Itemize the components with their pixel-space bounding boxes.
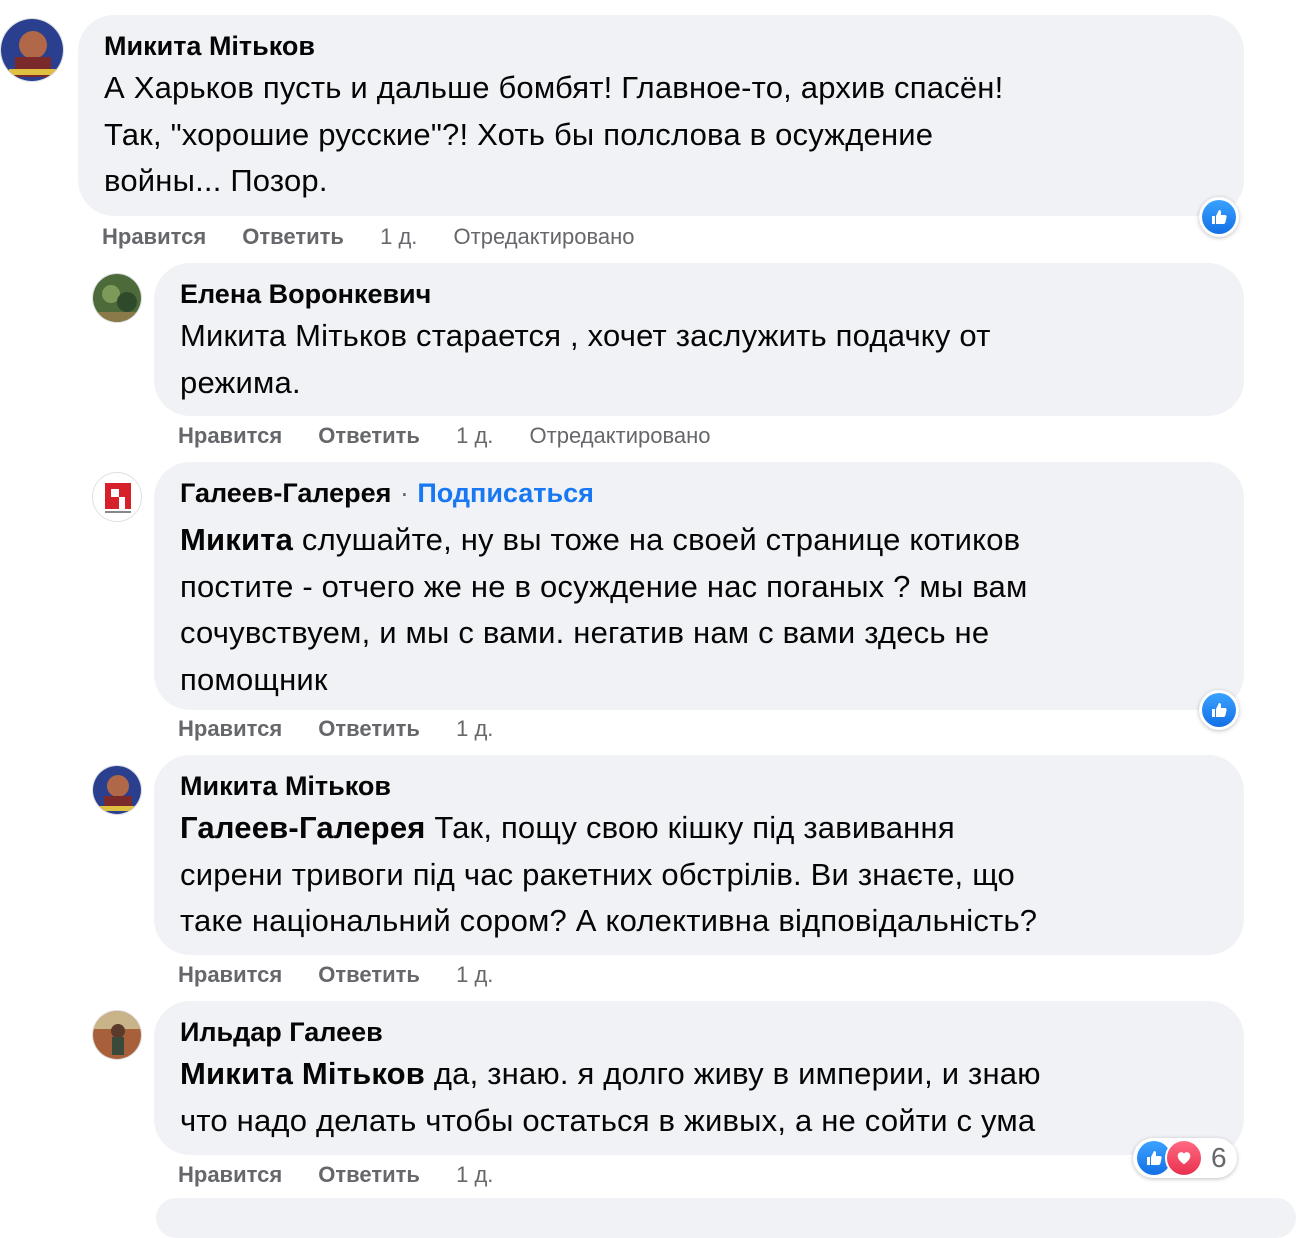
comment-author[interactable]: Елена Воронкевич [180, 279, 431, 309]
reaction-summary[interactable] [1199, 197, 1239, 237]
reaction-summary[interactable] [1199, 690, 1239, 730]
reply-button[interactable]: Ответить [318, 716, 420, 741]
reply-button[interactable]: Ответить [318, 423, 420, 448]
comment-bubble: Галеев-Галерея · Подписаться Микита слуш… [154, 462, 1244, 710]
edited-label: Отредактировано [529, 423, 711, 448]
mention-link[interactable]: Галеев-Галерея [180, 810, 426, 845]
comment-bubble: Ильдар Галеев Микита Мітьков да, знаю. я… [154, 1001, 1244, 1155]
follow-link[interactable]: Подписаться [417, 478, 594, 508]
comment-text: Микита Мітьков старается , хочет заслужи… [180, 318, 991, 400]
comment-timestamp[interactable]: 1 д. [456, 962, 493, 987]
avatar[interactable] [92, 765, 142, 815]
comment-actions: Нравится Ответить 1 д. [178, 960, 523, 990]
comment-author[interactable]: Микита Мітьков [180, 771, 391, 801]
previous-comment-cutoff [0, 0, 1300, 4]
comment-actions: Нравится Ответить 1 д. [178, 714, 523, 744]
comment-text: А Харьков пусть и дальше бомбят! Главное… [104, 70, 1004, 198]
comment-bubble [156, 1198, 1296, 1238]
comment-timestamp[interactable]: 1 д. [456, 716, 493, 741]
like-button[interactable]: Нравится [178, 1162, 282, 1187]
like-reaction-icon [1202, 693, 1236, 727]
comment-actions: Нравится Ответить 1 д. Отредактировано [102, 222, 665, 252]
comment-text: Микита Мітьков да, знаю. я долго живу в … [180, 1056, 1041, 1138]
like-button[interactable]: Нравится [178, 423, 282, 448]
comment-timestamp[interactable]: 1 д. [380, 224, 417, 249]
mention-link[interactable]: Микита [180, 522, 293, 557]
comment-bubble: Микита Мітьков Галеев-Галерея Так, пощу … [154, 755, 1244, 955]
reply-button[interactable]: Ответить [242, 224, 344, 249]
comment-actions: Нравится Ответить 1 д. [178, 1160, 523, 1190]
comment-bubble: Елена Воронкевич Микита Мітьков стараетс… [154, 263, 1244, 416]
love-reaction-icon [1165, 1139, 1203, 1177]
like-reaction-icon [1202, 200, 1236, 234]
avatar[interactable] [0, 18, 64, 82]
mention-link[interactable]: Микита Мітьков [180, 1056, 425, 1091]
comment-bubble: Микита Мітьков А Харьков пусть и дальше … [78, 15, 1244, 216]
comment-text: Галеев-Галерея Так, пощу свою кішку під … [180, 810, 1038, 938]
separator-dot: · [399, 478, 409, 508]
like-button[interactable]: Нравится [178, 962, 282, 987]
reply-button[interactable]: Ответить [318, 962, 420, 987]
reaction-count: 6 [1211, 1142, 1227, 1173]
like-button[interactable]: Нравится [178, 716, 282, 741]
comment-timestamp[interactable]: 1 д. [456, 1162, 493, 1187]
reaction-summary[interactable]: 6 [1133, 1138, 1237, 1178]
comment-actions: Нравится Ответить 1 д. Отредактировано [178, 421, 741, 451]
edited-label: Отредактировано [453, 224, 635, 249]
comment-author[interactable]: Микита Мітьков [104, 31, 315, 61]
comment-author[interactable]: Галеев-Галерея [180, 478, 391, 508]
reply-button[interactable]: Ответить [318, 1162, 420, 1187]
comment-timestamp[interactable]: 1 д. [456, 423, 493, 448]
avatar[interactable] [92, 1010, 142, 1060]
avatar[interactable] [92, 273, 142, 323]
avatar[interactable] [92, 472, 142, 522]
like-button[interactable]: Нравится [102, 224, 206, 249]
comment-text: Микита слушайте, ну вы тоже на своей стр… [180, 522, 1028, 697]
comment-header: Галеев-Галерея · Подписаться [180, 476, 1218, 515]
comment-author[interactable]: Ильдар Галеев [180, 1017, 383, 1047]
